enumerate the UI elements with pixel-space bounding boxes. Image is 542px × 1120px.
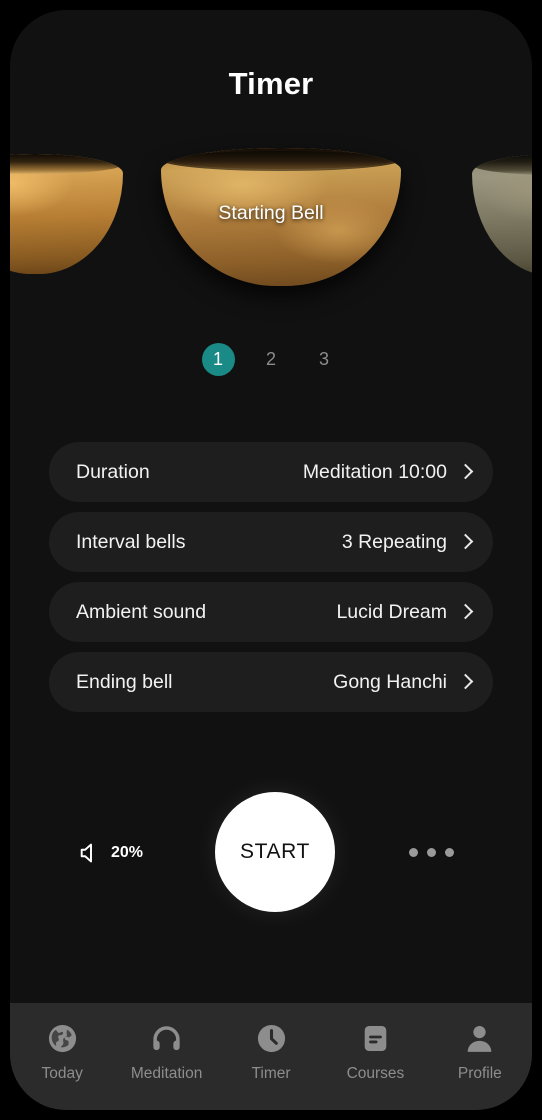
bell-carousel[interactable]: Starting Bell bbox=[10, 140, 532, 325]
clock-icon bbox=[257, 1024, 285, 1053]
volume-value: 20% bbox=[111, 844, 144, 861]
setting-row-duration[interactable]: Duration Meditation 10:00 bbox=[49, 442, 493, 502]
more-dot bbox=[427, 848, 436, 857]
tab-label: Timer bbox=[251, 1065, 291, 1082]
setting-row-ending-bell[interactable]: Ending bell Gong Hanchi bbox=[49, 652, 493, 712]
settings-list: Duration Meditation 10:00 Interval bells… bbox=[49, 442, 493, 712]
setting-label: Ending bell bbox=[76, 670, 173, 693]
bottom-tab-bar: Today Meditation Timer Courses Profile bbox=[10, 1003, 532, 1110]
setting-label: Interval bells bbox=[76, 530, 186, 553]
phone-screen: Timer Starting Bell 1 2 3 Duration Medit… bbox=[10, 10, 532, 1110]
chevron-right-icon bbox=[457, 673, 474, 690]
chevron-right-icon bbox=[457, 603, 474, 620]
more-dot bbox=[409, 848, 418, 857]
headphones-icon bbox=[153, 1026, 180, 1051]
tab-meditation[interactable]: Meditation bbox=[114, 1021, 218, 1083]
step-3[interactable]: 3 bbox=[308, 343, 341, 376]
step-2[interactable]: 2 bbox=[255, 343, 288, 376]
start-button-label: START bbox=[240, 840, 310, 863]
chevron-right-icon bbox=[457, 533, 474, 550]
step-1[interactable]: 1 bbox=[201, 343, 235, 376]
setting-label: Duration bbox=[76, 460, 150, 483]
more-options-button[interactable] bbox=[405, 840, 458, 865]
setting-value: Meditation 10:00 bbox=[302, 460, 447, 483]
more-dot bbox=[445, 848, 454, 857]
bowl-rim bbox=[472, 154, 532, 175]
bowl-rim bbox=[10, 154, 123, 175]
globe-icon bbox=[48, 1024, 76, 1053]
tab-label: Today bbox=[41, 1065, 83, 1082]
tab-today[interactable]: Today bbox=[10, 1021, 114, 1083]
setting-row-interval-bells[interactable]: Interval bells 3 Repeating bbox=[49, 512, 493, 572]
volume-control[interactable]: 20% bbox=[78, 840, 143, 866]
chevron-right-icon bbox=[457, 463, 474, 480]
setting-row-ambient-sound[interactable]: Ambient sound Lucid Dream bbox=[49, 582, 493, 642]
setting-value: Lucid Dream bbox=[336, 600, 447, 623]
selected-bell-label: Starting Bell bbox=[218, 202, 324, 224]
setting-value: 3 Repeating bbox=[341, 530, 447, 553]
tab-label: Meditation bbox=[130, 1065, 203, 1082]
book-icon bbox=[364, 1025, 387, 1052]
setting-label: Ambient sound bbox=[76, 600, 207, 623]
person-icon bbox=[468, 1025, 492, 1052]
speaker-icon bbox=[80, 843, 92, 863]
page-title: Timer bbox=[228, 66, 314, 101]
tab-profile[interactable]: Profile bbox=[428, 1021, 532, 1083]
start-button[interactable]: START bbox=[215, 792, 335, 912]
tab-timer[interactable]: Timer bbox=[219, 1021, 323, 1083]
setting-value: Gong Hanchi bbox=[333, 670, 447, 693]
bowl-inner-rim bbox=[168, 150, 394, 169]
tab-label: Profile bbox=[457, 1065, 502, 1082]
app-header: Timer bbox=[10, 10, 532, 116]
tab-courses[interactable]: Courses bbox=[323, 1021, 427, 1083]
step-indicator: 1 2 3 bbox=[10, 343, 532, 376]
tab-label: Courses bbox=[346, 1065, 405, 1082]
timer-controls: 20% START bbox=[10, 792, 532, 952]
